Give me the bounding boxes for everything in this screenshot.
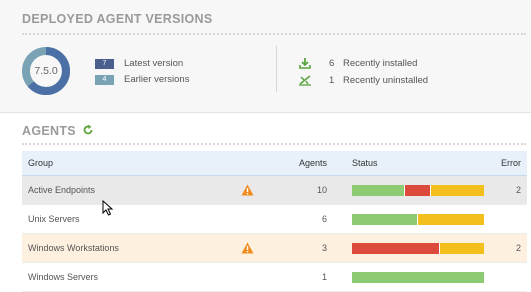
legend-earlier-count: 4 [95, 74, 114, 85]
deployed-versions-panel: DEPLOYED AGENT VERSIONS 7.5.0 7 Latest v… [0, 0, 531, 113]
col-status[interactable]: Status [352, 158, 378, 168]
status-segment-ok [352, 214, 418, 225]
error-count: 2 [515, 243, 521, 253]
status-bar[interactable] [352, 214, 484, 225]
title-divider [22, 33, 526, 35]
agent-count: 1 [321, 272, 327, 282]
deployed-title: DEPLOYED AGENT VERSIONS [22, 12, 213, 26]
status-segment-ok [352, 185, 405, 196]
group-name[interactable]: Windows Workstations [28, 243, 119, 253]
status-bar[interactable] [352, 185, 484, 196]
recently-uninstalled-label: Recently uninstalled [343, 74, 429, 86]
warning-icon [241, 242, 254, 254]
download-icon [299, 58, 311, 69]
vertical-divider [276, 46, 277, 92]
legend-latest[interactable]: 7 Latest version [95, 58, 183, 69]
col-error[interactable]: Error [501, 158, 521, 168]
table-row[interactable]: Windows Workstations 3 2 [22, 234, 527, 263]
col-agents[interactable]: Agents [299, 158, 327, 168]
col-group[interactable]: Group [28, 158, 53, 168]
uninstall-icon [299, 75, 311, 86]
status-bar[interactable] [352, 243, 484, 254]
status-segment-error [352, 243, 441, 254]
status-segment-warning [440, 243, 484, 254]
group-name[interactable]: Active Endpoints [28, 185, 95, 195]
table-row[interactable]: Unix Servers 6 [22, 205, 527, 234]
group-name[interactable]: Windows Servers [28, 272, 98, 282]
mouse-cursor-icon [102, 200, 114, 216]
error-count: 2 [515, 185, 521, 195]
recently-installed[interactable]: 6 Recently installed [298, 57, 417, 69]
warning-icon [241, 184, 254, 196]
recently-installed-label: Recently installed [343, 57, 418, 69]
status-segment-warning [418, 214, 484, 225]
status-bar[interactable] [352, 272, 484, 283]
legend-earlier-label: Earlier versions [124, 74, 190, 85]
legend-earlier[interactable]: 4 Earlier versions [95, 74, 189, 85]
agents-title: AGENTS [22, 124, 76, 138]
current-version-label: 7.5.0 [34, 65, 58, 77]
refresh-icon[interactable] [82, 124, 94, 136]
status-segment-warning [431, 185, 484, 196]
agent-count: 3 [321, 243, 327, 253]
recently-uninstalled[interactable]: 1 Recently uninstalled [298, 74, 428, 86]
agents-title-divider [22, 143, 526, 145]
legend-latest-label: Latest version [124, 58, 184, 69]
legend-latest-count: 7 [95, 58, 114, 69]
recently-installed-count: 6 [329, 57, 335, 69]
status-segment-error [404, 185, 432, 196]
group-name[interactable]: Unix Servers [28, 214, 80, 224]
status-segment-ok [352, 272, 484, 283]
recently-uninstalled-count: 1 [329, 74, 335, 86]
table-header: Group Agents Status Error [22, 151, 527, 176]
agents-table: Group Agents Status Error Active Endpoin… [22, 151, 527, 292]
agent-count: 10 [316, 185, 327, 195]
agent-count: 6 [321, 214, 327, 224]
table-row[interactable]: Active Endpoints 10 2 [22, 176, 527, 205]
